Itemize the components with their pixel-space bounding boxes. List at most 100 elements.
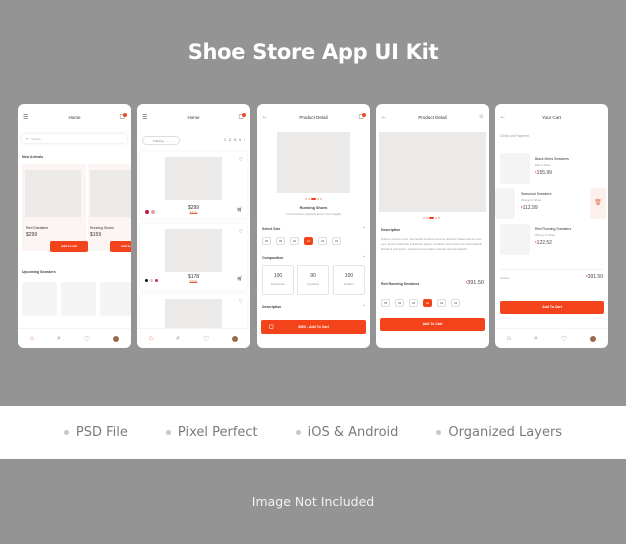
size-option-selected[interactable]: 41 bbox=[304, 237, 313, 245]
price-value: 155.99 bbox=[536, 170, 552, 176]
total-value: 391.50 bbox=[587, 274, 603, 280]
avatar[interactable] bbox=[232, 335, 239, 342]
chevron-up-icon[interactable]: ^ bbox=[363, 226, 365, 230]
product-card[interactable]: Running Shoes $159 Add to cart bbox=[88, 164, 131, 252]
bullet-icon bbox=[436, 430, 442, 435]
screen-product-detail-2: ← Product Detail ☆ Description Nulla eu … bbox=[376, 104, 489, 348]
product-image bbox=[165, 157, 222, 200]
add-to-cart-button[interactable]: ▢ $300 - Add To Cart bbox=[261, 320, 366, 334]
product-image bbox=[277, 132, 350, 193]
home-icon[interactable]: ⌂ bbox=[507, 335, 511, 342]
search-input[interactable]: ⌕ Search bbox=[22, 134, 127, 143]
size-option-selected[interactable]: 41 bbox=[423, 299, 432, 307]
page-title: Shoe Store App UI Kit bbox=[187, 40, 439, 64]
feature-item: iOS & Android bbox=[295, 425, 398, 440]
page-link[interactable]: 1 bbox=[224, 138, 226, 142]
add-to-cart-button[interactable]: Add To Cart bbox=[500, 301, 604, 314]
section-title: Composition bbox=[262, 256, 284, 260]
cart-icon[interactable]: 🛒︎ bbox=[237, 208, 243, 213]
search-icon[interactable]: ⌕ bbox=[57, 335, 61, 343]
upcoming-card[interactable] bbox=[61, 282, 96, 316]
screen-header: Product Detail bbox=[299, 115, 328, 120]
cart-icon[interactable]: 🛒︎ bbox=[237, 277, 243, 282]
size-option[interactable]: 42 bbox=[318, 237, 327, 245]
add-to-cart-button[interactable]: Add to cart bbox=[50, 241, 88, 252]
add-to-cart-button[interactable]: Add to cart bbox=[110, 241, 131, 252]
upcoming-card[interactable] bbox=[22, 282, 57, 316]
cart-badge bbox=[123, 113, 127, 117]
heart-icon[interactable]: ♡ bbox=[561, 335, 567, 343]
chevron-up-icon[interactable]: ^ bbox=[363, 255, 365, 259]
product-name: Running Shoes bbox=[90, 226, 114, 230]
page-link[interactable]: 2 bbox=[229, 138, 231, 142]
cart-item-swiped[interactable]: Seasonal Sneakers Women's Shoe $112.99 🗑… bbox=[495, 188, 608, 219]
screen-header: Your Cart bbox=[542, 115, 561, 120]
chevron-up-icon[interactable]: ^ bbox=[363, 304, 365, 308]
size-option[interactable]: 40 bbox=[409, 299, 418, 307]
section-title: Description bbox=[262, 305, 282, 309]
heart-icon[interactable]: ♡ bbox=[239, 300, 243, 305]
size-option[interactable]: 35 bbox=[381, 299, 390, 307]
heart-icon[interactable]: ♡ bbox=[203, 335, 209, 343]
size-option[interactable]: 43 bbox=[332, 237, 341, 245]
product-price: $299 bbox=[26, 232, 38, 238]
cart-item[interactable]: Red Running Sneakers Women's Shoe $122.5… bbox=[500, 224, 603, 255]
filter-dropdown[interactable]: Training ⌄ bbox=[142, 136, 180, 145]
search-icon[interactable]: ⌕ bbox=[534, 335, 538, 343]
button-label: $300 - Add To Cart bbox=[298, 325, 329, 329]
bottom-nav: ⌂ ⌕ ♡ bbox=[18, 328, 131, 348]
item-image bbox=[495, 188, 515, 219]
section-title: Description bbox=[381, 228, 401, 232]
item-price: $155.99 bbox=[535, 170, 552, 176]
composition-label: Rubber bbox=[344, 282, 354, 286]
screen-header: Product Detail bbox=[418, 115, 447, 120]
search-icon[interactable]: ⌕ bbox=[176, 335, 180, 343]
size-option[interactable]: 42 bbox=[437, 299, 446, 307]
cart-item[interactable]: Black Mens Sneakers Men's Shoe $155.99 bbox=[500, 153, 603, 184]
search-placeholder: Search bbox=[31, 136, 41, 141]
product-subtitle: Ut fermentum placerat ipsum nec fringill… bbox=[286, 212, 341, 216]
screen-product-detail: ← Product Detail ▢ Running Shoes Ut ferm… bbox=[257, 104, 370, 348]
heart-icon[interactable]: ♡ bbox=[239, 230, 243, 235]
size-option[interactable]: 39 bbox=[395, 299, 404, 307]
page-link[interactable]: 3 bbox=[234, 138, 236, 142]
item-price: $112.99 bbox=[521, 205, 538, 211]
size-option[interactable]: 39 bbox=[276, 237, 285, 245]
image-carousel-dots[interactable] bbox=[423, 217, 440, 219]
section-title: New Arrivals bbox=[22, 155, 44, 159]
product-image bbox=[165, 229, 222, 272]
home-icon[interactable]: ⌂ bbox=[149, 335, 153, 342]
add-to-cart-button[interactable]: Add To Cart bbox=[380, 318, 485, 331]
price-value: 391.50 bbox=[467, 280, 484, 286]
items-count: 3 items bbox=[500, 276, 510, 280]
star-icon[interactable]: ☆ bbox=[479, 114, 484, 120]
feature-item: Organized Layers bbox=[436, 425, 562, 440]
chevron-down-icon: ⌄ bbox=[166, 138, 170, 143]
heart-icon[interactable]: ♡ bbox=[239, 158, 243, 163]
size-option[interactable]: 35 bbox=[262, 237, 271, 245]
size-option[interactable]: 40 bbox=[290, 237, 299, 245]
heart-icon[interactable]: ♡ bbox=[84, 335, 90, 343]
page-link[interactable]: 4 bbox=[239, 138, 241, 142]
size-option[interactable]: 43 bbox=[451, 299, 460, 307]
product-card[interactable]: ♡ $299 $400 🛒︎ bbox=[140, 152, 247, 218]
image-carousel-dots[interactable] bbox=[305, 198, 322, 200]
filter-value: Training bbox=[152, 138, 164, 143]
product-card[interactable]: Red Sneakers $299 Add to cart bbox=[22, 164, 88, 252]
feature-label: Organized Layers bbox=[448, 425, 563, 440]
composition-label: Polyamide bbox=[270, 282, 285, 286]
upcoming-card[interactable] bbox=[100, 282, 131, 316]
composition-label: Synthetic bbox=[306, 282, 320, 286]
home-icon[interactable]: ⌂ bbox=[30, 335, 34, 342]
item-type: Women's Shoe bbox=[535, 233, 556, 237]
chevron-right-icon[interactable]: › bbox=[244, 138, 245, 142]
delete-button[interactable]: 🗑︎ bbox=[590, 188, 606, 219]
cart-subtitle: Check and Payment bbox=[500, 134, 529, 138]
screen-header: Home bbox=[187, 115, 200, 120]
avatar[interactable] bbox=[113, 335, 120, 342]
product-card[interactable]: ♡ $178 $350 🛒︎ bbox=[140, 224, 247, 290]
composition-value: 90 bbox=[310, 273, 316, 279]
section-title: Select Size bbox=[262, 227, 281, 231]
avatar[interactable] bbox=[590, 335, 597, 342]
item-type: Women's Shoe bbox=[521, 198, 542, 202]
